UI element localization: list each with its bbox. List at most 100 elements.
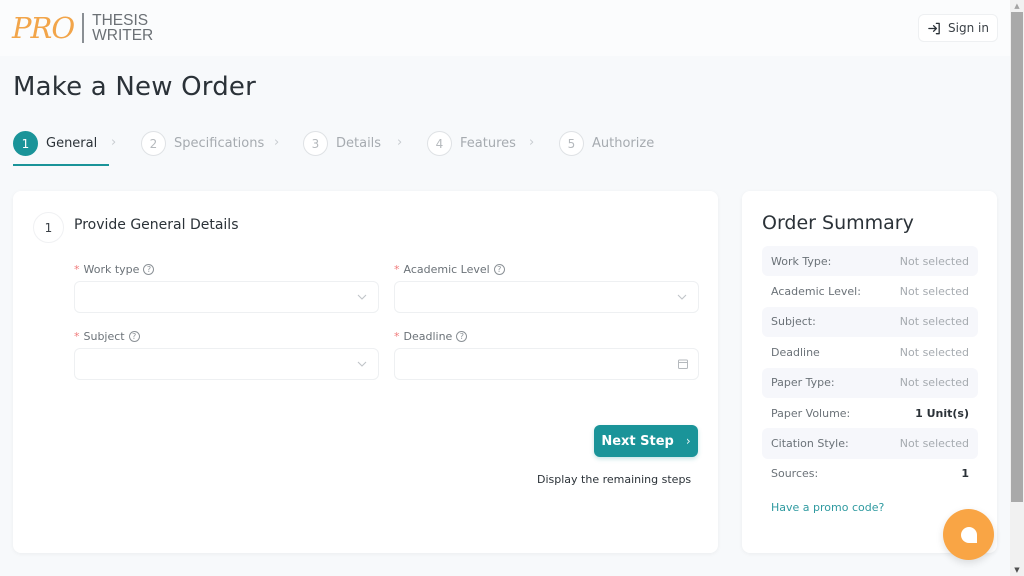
section-title: Provide General Details xyxy=(74,217,239,233)
work-type-field: * Work type ? xyxy=(74,263,379,313)
summary-row-sources: Sources: 1 xyxy=(762,459,978,489)
label-text: Work type xyxy=(83,263,140,276)
chat-bubble-icon xyxy=(960,526,977,543)
section-number: 1 xyxy=(33,212,64,243)
summary-key: Paper Volume: xyxy=(771,406,851,420)
summary-key: Sources: xyxy=(771,467,819,481)
scroll-up-arrow-icon[interactable]: ▲ xyxy=(1010,0,1024,12)
help-icon[interactable]: ? xyxy=(128,331,140,342)
step-general[interactable]: 1 General xyxy=(13,131,97,156)
summary-key: Academic Level: xyxy=(771,285,861,299)
step-features[interactable]: 4 Features xyxy=(427,131,516,156)
sign-in-label: Sign in xyxy=(948,21,989,35)
summary-row-paper-type: Paper Type: Not selected xyxy=(762,367,978,398)
general-details-card: 1 Provide General Details * Work type ? … xyxy=(13,191,718,553)
summary-value: Not selected xyxy=(899,285,969,299)
chevron-right-icon: › xyxy=(685,434,691,448)
summary-row-academic-level: Academic Level: Not selected xyxy=(762,276,978,306)
chevron-right-icon: › xyxy=(397,135,403,150)
deadline-label: * Deadline ? xyxy=(394,330,699,343)
deadline-field: * Deadline ? xyxy=(394,330,699,380)
label-text: Subject xyxy=(83,330,125,343)
required-mark: * xyxy=(394,330,400,343)
subject-field: * Subject ? xyxy=(74,330,379,380)
work-type-label: * Work type ? xyxy=(74,263,379,276)
subject-label: * Subject ? xyxy=(74,330,379,343)
summary-key: Paper Type: xyxy=(771,376,835,390)
step-label: General xyxy=(46,136,98,151)
summary-list: Work Type: Not selected Academic Level: … xyxy=(762,246,978,489)
step-number: 1 xyxy=(13,131,38,156)
chevron-down-icon xyxy=(677,294,687,300)
logo-line-2: WRITER xyxy=(92,27,154,44)
summary-row-paper-volume: Paper Volume: 1 Unit(s) xyxy=(762,398,978,428)
summary-row-citation-style: Citation Style: Not selected xyxy=(762,428,978,459)
scrollbar-thumb[interactable] xyxy=(1011,12,1023,502)
step-details[interactable]: 3 Details xyxy=(303,131,381,156)
page: PRO THESIS WRITER Sign in Make a New Ord… xyxy=(0,0,1010,576)
chevron-down-icon xyxy=(357,361,367,367)
logo-text: THESIS WRITER xyxy=(92,13,154,44)
academic-level-label: * Academic Level ? xyxy=(394,263,699,276)
help-icon[interactable]: ? xyxy=(493,264,505,275)
summary-value: Not selected xyxy=(899,254,969,268)
step-label: Specifications xyxy=(174,136,265,151)
step-authorize[interactable]: 5 Authorize xyxy=(559,131,654,156)
academic-level-field: * Academic Level ? xyxy=(394,263,699,313)
summary-row-deadline: Deadline Not selected xyxy=(762,337,978,367)
summary-key: Work Type: xyxy=(771,254,832,268)
summary-row-work-type: Work Type: Not selected xyxy=(762,246,978,277)
vertical-scrollbar[interactable]: ▲ ▼ xyxy=(1010,0,1024,576)
summary-key: Citation Style: xyxy=(771,437,849,451)
active-step-indicator xyxy=(13,164,109,166)
help-icon[interactable]: ? xyxy=(456,331,468,342)
summary-value: 1 Unit(s) xyxy=(915,406,969,420)
logo[interactable]: PRO THESIS WRITER xyxy=(12,10,153,46)
subject-select[interactable] xyxy=(74,348,379,380)
summary-title: Order Summary xyxy=(762,212,914,234)
scroll-down-arrow-icon[interactable]: ▼ xyxy=(1010,564,1024,576)
sign-in-button[interactable]: Sign in xyxy=(918,14,998,42)
summary-value: 1 xyxy=(961,467,969,481)
step-specifications[interactable]: 2 Specifications xyxy=(141,131,264,156)
summary-row-subject: Subject: Not selected xyxy=(762,306,978,338)
academic-level-select[interactable] xyxy=(394,281,699,313)
summary-value: Not selected xyxy=(899,345,969,359)
summary-value: Not selected xyxy=(899,376,969,390)
sign-in-icon xyxy=(928,22,940,34)
next-step-button[interactable]: Next Step › xyxy=(594,425,698,457)
summary-key: Deadline xyxy=(771,345,820,359)
summary-key: Subject: xyxy=(771,315,816,329)
logo-pro: PRO xyxy=(12,11,75,45)
chevron-right-icon: › xyxy=(274,135,280,150)
logo-divider xyxy=(82,13,85,43)
chevron-down-icon xyxy=(357,294,367,300)
chat-button[interactable] xyxy=(943,509,994,560)
required-mark: * xyxy=(74,263,80,276)
step-number: 4 xyxy=(427,131,452,156)
step-number: 3 xyxy=(303,131,328,156)
label-text: Academic Level xyxy=(403,263,490,276)
next-step-label: Next Step xyxy=(601,433,674,449)
calendar-icon xyxy=(678,359,688,369)
step-number: 2 xyxy=(141,131,166,156)
summary-value: Not selected xyxy=(899,315,969,329)
chevron-right-icon: › xyxy=(529,135,535,150)
header: PRO THESIS WRITER Sign in xyxy=(0,0,1010,56)
help-icon[interactable]: ? xyxy=(143,264,155,275)
step-label: Details xyxy=(336,136,382,151)
required-mark: * xyxy=(74,330,80,343)
step-label: Features xyxy=(460,136,516,151)
deadline-date-picker[interactable] xyxy=(394,348,699,380)
order-summary-card: Order Summary Work Type: Not selected Ac… xyxy=(742,191,997,553)
chevron-right-icon: › xyxy=(111,135,117,150)
summary-value: Not selected xyxy=(899,437,969,451)
step-label: Authorize xyxy=(592,136,655,151)
step-number: 5 xyxy=(559,131,584,156)
work-type-select[interactable] xyxy=(74,281,379,313)
display-remaining-steps-link[interactable]: Display the remaining steps xyxy=(537,473,691,486)
promo-code-link[interactable]: Have a promo code? xyxy=(771,501,884,514)
page-title: Make a New Order xyxy=(13,72,257,102)
label-text: Deadline xyxy=(403,330,453,343)
required-mark: * xyxy=(394,263,400,276)
